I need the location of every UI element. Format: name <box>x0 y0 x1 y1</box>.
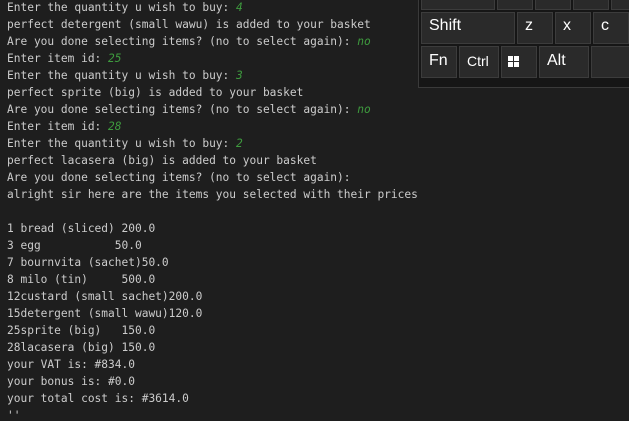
console-line: your total cost is: #3614.0 <box>7 390 418 407</box>
console-line: perfect detergent (small wawu) is added … <box>7 16 418 33</box>
console-line: Enter item id: 25 <box>7 50 418 67</box>
console-text: 1 bread (sliced) 200.0 <box>7 222 156 235</box>
console-lines: Enter the quantity u wish to buy: 4 perfe… <box>7 0 418 421</box>
console-line: Enter the quantity u wish to buy: 3 <box>7 67 418 84</box>
fn-key[interactable]: Fn <box>421 46 457 78</box>
console-line: Enter the quantity u wish to buy: 4 <box>7 0 418 16</box>
user-input: no <box>357 35 371 48</box>
console-line: Are you done selecting items? (no to sel… <box>7 33 418 50</box>
console-line: your bonus is: #0.0 <box>7 373 418 390</box>
console-line: Enter item id: 28 <box>7 118 418 135</box>
console-text: Are you done selecting items? (no to sel… <box>7 103 358 116</box>
alt-key[interactable]: Alt <box>539 46 589 78</box>
console-text: Enter item id: <box>7 120 109 133</box>
key-partial-1[interactable] <box>421 0 495 10</box>
console-text: '' <box>7 409 21 421</box>
windows-icon <box>508 56 520 68</box>
console-text: Enter the quantity u wish to buy: <box>7 1 237 14</box>
console-text: Are you done selecting items? (no to sel… <box>7 35 358 48</box>
console-line: 8 milo (tin) 500.0 <box>7 271 418 288</box>
key-partial-5[interactable] <box>611 0 629 10</box>
console-text: 3 egg 50.0 <box>7 239 142 252</box>
space-key[interactable] <box>591 46 629 78</box>
console-text: 7 bournvita (sachet)50.0 <box>7 256 169 269</box>
console-line: 3 egg 50.0 <box>7 237 418 254</box>
user-input: 28 <box>108 120 122 133</box>
z-key[interactable]: z <box>517 12 553 44</box>
key-partial-3[interactable] <box>535 0 571 10</box>
console-text: your total cost is: #3614.0 <box>7 392 189 405</box>
console-text: 12custard (small sachet)200.0 <box>7 290 203 303</box>
console-line: Are you done selecting items? (no to sel… <box>7 169 418 186</box>
console-line: 25sprite (big) 150.0 <box>7 322 418 339</box>
user-input: no <box>357 103 371 116</box>
x-key[interactable]: x <box>555 12 591 44</box>
console-line: 7 bournvita (sachet)50.0 <box>7 254 418 271</box>
key-partial-4[interactable] <box>573 0 609 10</box>
console-text: alright sir here are the items you selec… <box>7 188 418 201</box>
user-input: 4 <box>236 1 243 14</box>
console-text: 28lacasera (big) 150.0 <box>7 341 156 354</box>
user-input: 3 <box>236 69 243 82</box>
console-text: Enter the quantity u wish to buy: <box>7 69 237 82</box>
console-line: perfect sprite (big) is added to your ba… <box>7 84 418 101</box>
windows-key[interactable] <box>501 46 537 78</box>
console-text: Enter item id: <box>7 52 109 65</box>
console-line: '' <box>7 407 418 421</box>
console-text: perfect detergent (small wawu) is added … <box>7 18 371 31</box>
console-line: 12custard (small sachet)200.0 <box>7 288 418 305</box>
console-text: perfect lacasera (big) is added to your … <box>7 154 317 167</box>
console-line: your VAT is: #834.0 <box>7 356 418 373</box>
console-line: 28lacasera (big) 150.0 <box>7 339 418 356</box>
on-screen-keyboard: Shift z x c Fn Ctrl Alt <box>418 0 629 88</box>
console-text: Enter the quantity u wish to buy: <box>7 137 237 150</box>
console-line: Enter the quantity u wish to buy: 2 <box>7 135 418 152</box>
user-input: 25 <box>108 52 122 65</box>
console-text: your VAT is: #834.0 <box>7 358 135 371</box>
console-text: your bonus is: #0.0 <box>7 375 135 388</box>
console-line: Are you done selecting items? (no to sel… <box>7 101 418 118</box>
console-line: perfect lacasera (big) is added to your … <box>7 152 418 169</box>
key-partial-2[interactable] <box>497 0 533 10</box>
user-input: 2 <box>236 137 243 150</box>
console-text: 25sprite (big) 150.0 <box>7 324 156 337</box>
c-key[interactable]: c <box>593 12 629 44</box>
console-line: 1 bread (sliced) 200.0 <box>7 220 418 237</box>
ctrl-key[interactable]: Ctrl <box>459 46 499 78</box>
console-line: 15detergent (small wawu)120.0 <box>7 305 418 322</box>
console-text: Are you done selecting items? (no to sel… <box>7 171 351 184</box>
shift-key[interactable]: Shift <box>421 12 515 44</box>
console-line: alright sir here are the items you selec… <box>7 186 418 203</box>
console-text: perfect sprite (big) is added to your ba… <box>7 86 304 99</box>
console-text: 8 milo (tin) 500.0 <box>7 273 156 286</box>
console-text: 15detergent (small wawu)120.0 <box>7 307 203 320</box>
